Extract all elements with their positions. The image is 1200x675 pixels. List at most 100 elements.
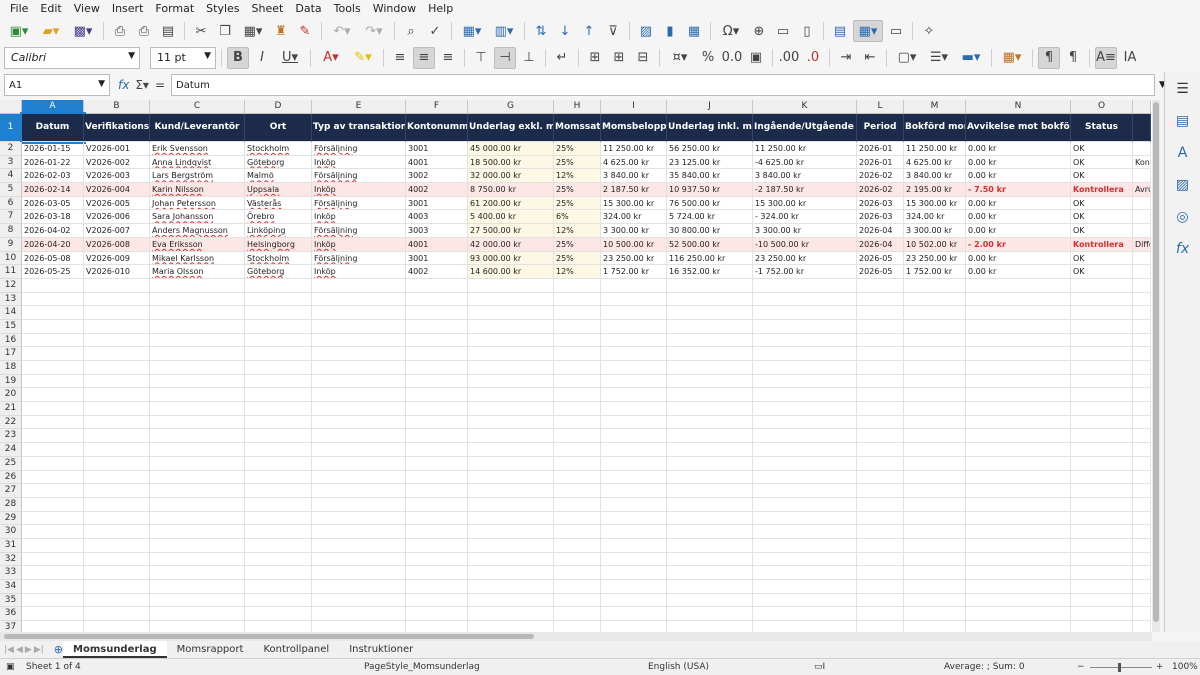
page-style[interactable]: PageStyle_Momsunderlag — [364, 662, 480, 672]
grid-cell[interactable] — [601, 470, 667, 485]
grid-cell[interactable] — [312, 292, 406, 307]
grid-cell[interactable] — [966, 415, 1071, 430]
grid-cell[interactable] — [753, 552, 857, 567]
redo-icon[interactable]: ↷▾ — [359, 20, 389, 42]
column-header[interactable]: N — [966, 100, 1071, 114]
text-direction-lr-icon[interactable]: A≡ — [1095, 46, 1117, 69]
grid-cell[interactable] — [406, 580, 468, 594]
grid-cell[interactable]: Stockholm — [245, 251, 312, 266]
grid-cell[interactable] — [554, 415, 601, 430]
grid-cell[interactable] — [753, 456, 857, 471]
grid-cell[interactable]: 2026-04 — [857, 224, 904, 238]
grid-cell[interactable] — [904, 278, 966, 293]
grid-cell[interactable]: 25% — [554, 183, 601, 197]
menu-help[interactable]: Help — [422, 2, 459, 15]
grid-cell[interactable] — [966, 607, 1071, 622]
grid-cell[interactable]: 35 840.00 kr — [667, 169, 753, 184]
wrap-text-icon[interactable]: ↵ — [551, 47, 573, 69]
grid-cell[interactable] — [312, 319, 406, 334]
row-header[interactable]: 27 — [0, 484, 22, 498]
grid-cell[interactable] — [1133, 497, 1151, 512]
grid-cell[interactable] — [857, 456, 904, 471]
grid-cell[interactable] — [84, 374, 150, 389]
grid-cell[interactable]: 0.00 kr — [966, 210, 1071, 225]
grid-cell[interactable] — [1133, 292, 1151, 307]
grid-cell[interactable] — [554, 484, 601, 498]
grid-cell[interactable] — [245, 278, 312, 293]
grid-cell[interactable] — [1133, 169, 1151, 184]
grid-cell[interactable]: 1 752.00 kr — [904, 265, 966, 279]
grid-cell[interactable] — [150, 484, 245, 498]
grid-cell[interactable] — [857, 374, 904, 389]
grid-cell[interactable] — [601, 415, 667, 430]
grid-cell[interactable] — [601, 292, 667, 307]
grid-cell[interactable] — [1133, 429, 1151, 444]
grid-cell[interactable] — [468, 511, 554, 526]
grid-cell[interactable]: 2026-04 — [857, 237, 904, 252]
formula-icon[interactable]: = — [155, 78, 165, 92]
row-header[interactable]: 30 — [0, 525, 22, 539]
grid-cell[interactable] — [753, 306, 857, 320]
grid-cell[interactable] — [667, 580, 753, 594]
grid-cell[interactable] — [601, 497, 667, 512]
autofilter-icon[interactable]: ⊽ — [602, 20, 624, 42]
grid-cell[interactable]: 23 250.00 kr — [904, 251, 966, 266]
grid-cell[interactable]: 2026-01-15 — [22, 142, 84, 156]
grid-cell[interactable] — [904, 306, 966, 320]
row-header[interactable]: 36 — [0, 607, 22, 622]
grid-cell[interactable] — [667, 388, 753, 403]
grid-cell[interactable] — [406, 429, 468, 444]
grid-cell[interactable] — [753, 361, 857, 375]
column-icon[interactable]: ▥▾ — [489, 20, 519, 42]
grid-cell[interactable] — [22, 470, 84, 485]
grid-cell[interactable] — [468, 538, 554, 553]
styles-icon[interactable]: A — [1172, 142, 1194, 164]
grid-cell[interactable]: 4 625.00 kr — [601, 155, 667, 170]
grid-cell[interactable] — [245, 456, 312, 471]
column-header[interactable]: L — [857, 100, 904, 114]
grid-cell[interactable]: 76 500.00 kr — [667, 196, 753, 211]
grid-cell[interactable] — [857, 306, 904, 320]
grid-cell[interactable] — [312, 388, 406, 403]
grid-cell[interactable] — [667, 443, 753, 457]
grid-cell[interactable] — [84, 607, 150, 622]
grid-cell[interactable] — [406, 292, 468, 307]
grid-cell[interactable] — [554, 470, 601, 485]
grid-cell[interactable]: 3001 — [406, 251, 468, 266]
add-decimal-icon[interactable]: .00 — [778, 47, 800, 69]
grid-cell[interactable]: Inköp — [312, 183, 406, 197]
row-header[interactable]: 37 — [0, 621, 22, 632]
grid-cell[interactable] — [904, 388, 966, 403]
zoom-in-icon[interactable]: + — [1156, 662, 1164, 672]
grid-cell[interactable] — [667, 607, 753, 622]
grid-cell[interactable] — [22, 566, 84, 580]
row-header[interactable]: 7 — [0, 210, 22, 225]
grid-cell[interactable] — [468, 484, 554, 498]
grid-cell[interactable] — [22, 607, 84, 622]
insert-chart-icon[interactable]: ▮ — [659, 20, 681, 42]
grid-cell[interactable] — [312, 278, 406, 293]
grid-cell[interactable] — [150, 456, 245, 471]
grid-cell[interactable]: 3 840.00 kr — [904, 169, 966, 184]
grid-cell[interactable]: 2026-03 — [857, 196, 904, 211]
grid-cell[interactable]: Eva Eriksson — [150, 237, 245, 252]
row-header[interactable]: 4 — [0, 169, 22, 184]
cut-icon[interactable]: ✂ — [190, 20, 212, 42]
grid-cell[interactable] — [150, 306, 245, 320]
grid-cell[interactable] — [1133, 607, 1151, 622]
menu-format[interactable]: Format — [149, 2, 200, 15]
grid-cell[interactable] — [554, 607, 601, 622]
grid-cell[interactable]: 4002 — [406, 265, 468, 279]
grid-cell[interactable]: 12% — [554, 265, 601, 279]
grid-cell[interactable]: Erik Svensson — [150, 142, 245, 156]
grid-cell[interactable]: -10 500.00 kr — [753, 237, 857, 252]
grid-cell[interactable] — [468, 580, 554, 594]
grid-cell[interactable] — [966, 333, 1071, 348]
grid-cell[interactable] — [245, 552, 312, 567]
grid-cell[interactable] — [753, 443, 857, 457]
align-top-icon[interactable]: ⊤ — [470, 47, 492, 69]
grid-cell[interactable] — [667, 484, 753, 498]
grid-cell[interactable] — [312, 621, 406, 632]
grid-cell[interactable] — [857, 333, 904, 348]
grid-cell[interactable] — [904, 456, 966, 471]
